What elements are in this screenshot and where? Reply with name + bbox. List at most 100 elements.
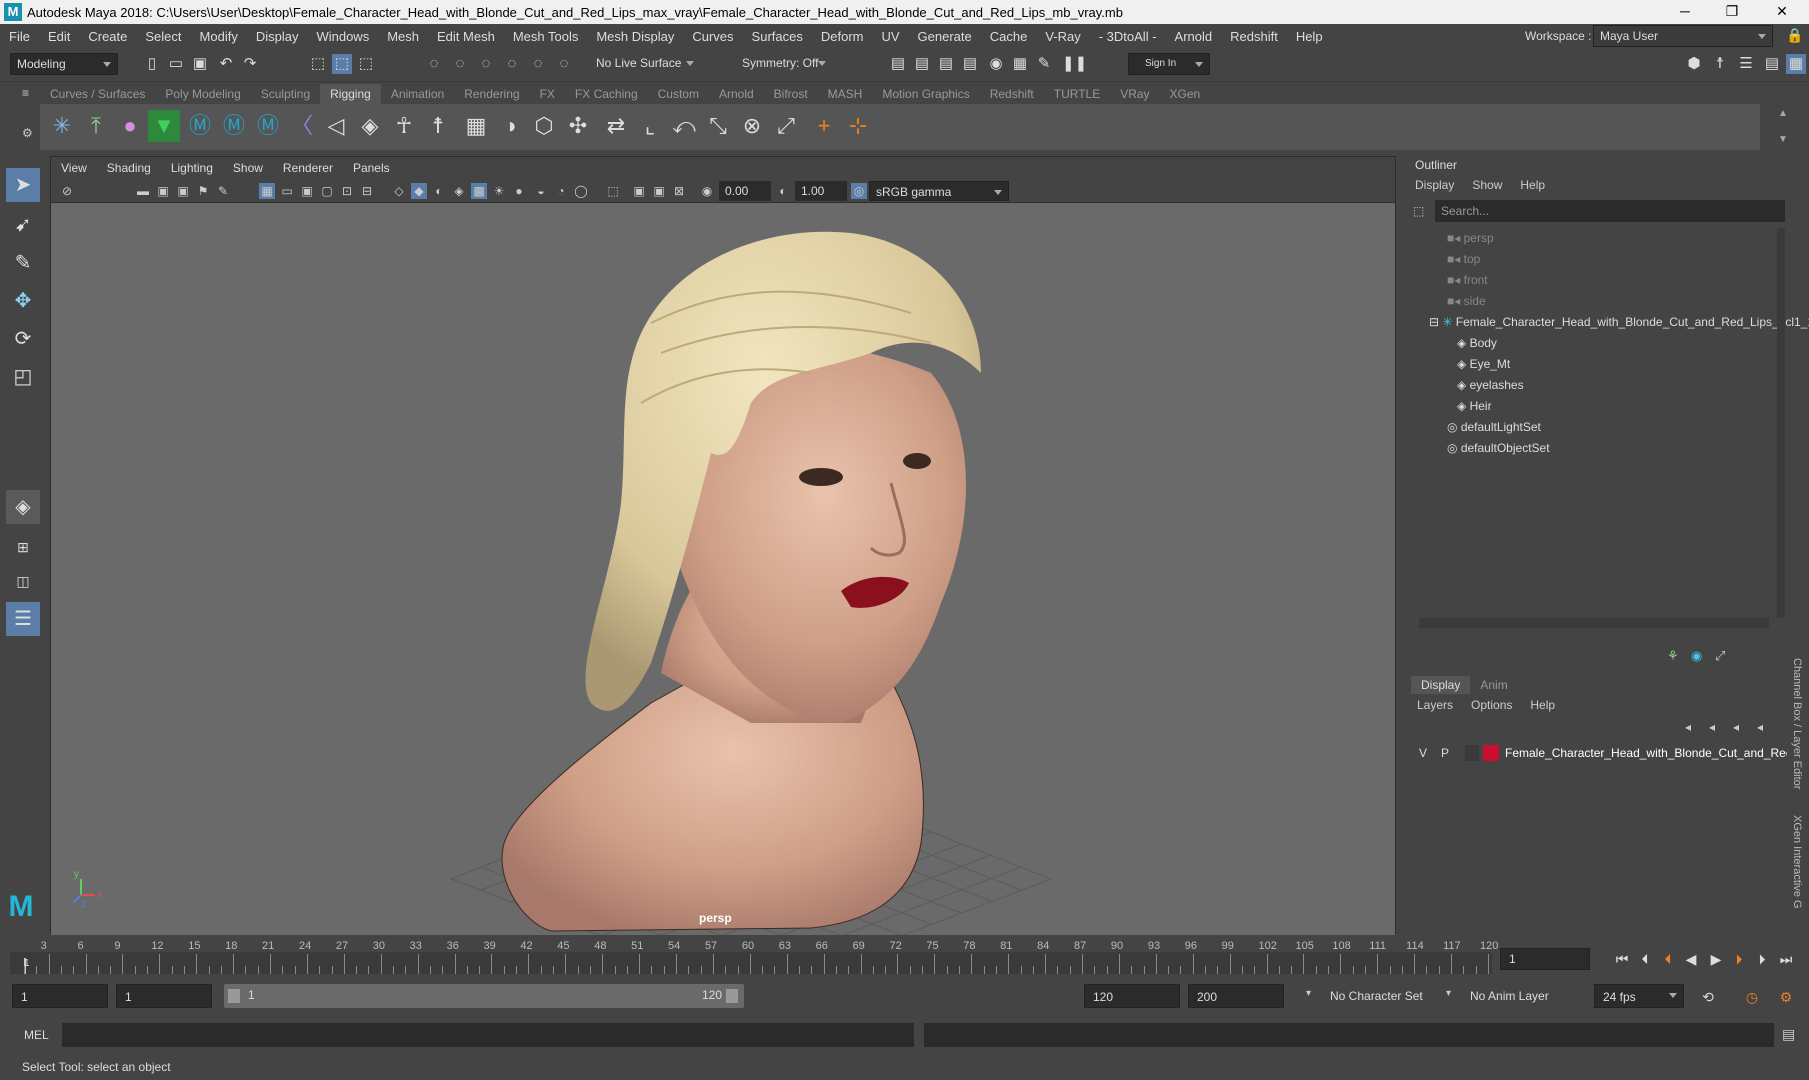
playback-end-field[interactable]: 120 bbox=[1084, 984, 1180, 1008]
color-space-dropdown[interactable]: sRGB gamma bbox=[869, 181, 1009, 201]
outliner-item-side[interactable]: ■◂ side bbox=[1447, 291, 1807, 312]
snap-point-icon[interactable]: ◌ bbox=[476, 54, 496, 74]
menu-redshift[interactable]: Redshift bbox=[1221, 29, 1287, 44]
snap-view-icon[interactable]: ◌ bbox=[502, 54, 522, 74]
layer-menu-help[interactable]: Help bbox=[1530, 698, 1555, 712]
range-slider-right-handle[interactable] bbox=[726, 989, 738, 1003]
outliner-search-input[interactable]: Search... bbox=[1435, 200, 1785, 222]
menu-deform[interactable]: Deform bbox=[812, 29, 873, 44]
layer-color-swatch[interactable] bbox=[1483, 745, 1499, 761]
lock-icon[interactable]: 🔒 bbox=[1786, 27, 1803, 44]
range-slider[interactable]: 1 120 bbox=[224, 984, 744, 1008]
scale-constraint-icon[interactable]: ⤡ bbox=[702, 110, 734, 142]
filter-icon[interactable]: ⬚ bbox=[1413, 204, 1424, 218]
scene-start-field[interactable]: 1 bbox=[12, 984, 108, 1008]
close-button[interactable]: ✕ bbox=[1762, 0, 1802, 24]
textured-icon[interactable]: ◈ bbox=[451, 183, 467, 199]
go-to-end-icon[interactable]: ⏭ bbox=[1778, 951, 1794, 967]
shelf-tab-fx-caching[interactable]: FX Caching bbox=[565, 84, 648, 104]
snap-edge-icon[interactable]: ◌ bbox=[554, 54, 574, 74]
restore-button[interactable]: ❐ bbox=[1712, 0, 1752, 24]
humanik-icon-1[interactable]: Ⓜ bbox=[184, 110, 216, 142]
outliner-menu-help[interactable]: Help bbox=[1520, 178, 1545, 192]
rotate-tool-icon[interactable]: ⟳ bbox=[6, 322, 40, 356]
menu-cache[interactable]: Cache bbox=[981, 29, 1037, 44]
layer-row[interactable]: V P Female_Character_Head_with_Blonde_Cu… bbox=[1405, 742, 1809, 764]
paint-select-tool-icon[interactable]: ✎ bbox=[6, 246, 40, 280]
safe-action-icon[interactable]: ⊟ bbox=[359, 183, 375, 199]
exposure-field[interactable]: 0.00 bbox=[719, 181, 771, 201]
outliner-item-front[interactable]: ■◂ front bbox=[1447, 270, 1807, 291]
outliner-item-heir[interactable]: ◈ Heir bbox=[1457, 396, 1809, 417]
xgen-side-tab[interactable]: XGen Interactive G bbox=[1791, 815, 1803, 909]
menu-mesh[interactable]: Mesh bbox=[378, 29, 428, 44]
film-gate-icon[interactable]: ▭ bbox=[279, 183, 295, 199]
vray-icon[interactable]: ✎ bbox=[1034, 54, 1054, 74]
shelf-tab-xgen[interactable]: XGen bbox=[1160, 84, 1211, 104]
gamma-field[interactable]: 1.00 bbox=[795, 181, 847, 201]
wireframe-on-shaded-icon[interactable]: ◐ bbox=[431, 183, 447, 199]
move-layer-up-icon[interactable]: ◂ bbox=[1685, 720, 1691, 734]
bind-skin-icon[interactable]: ● bbox=[114, 110, 146, 142]
shelf-settings-icon[interactable]: ⚙ bbox=[22, 126, 33, 140]
anim-layer-icon[interactable]: ▾ bbox=[1446, 988, 1451, 999]
tab-display[interactable]: Display bbox=[1411, 676, 1471, 694]
shelf-tab-poly-modeling[interactable]: Poly Modeling bbox=[155, 84, 250, 104]
hypershade-icon[interactable]: ◉ bbox=[986, 54, 1006, 74]
layer-menu-options[interactable]: Options bbox=[1471, 698, 1512, 712]
anim-layer-dropdown[interactable]: No Anim Layer bbox=[1462, 984, 1578, 1008]
shelf-scroll-down-icon[interactable]: ▼ bbox=[1778, 134, 1788, 145]
render-settings-icon[interactable]: ▤ bbox=[960, 54, 980, 74]
outliner-layout-icon[interactable]: ☰ bbox=[6, 602, 40, 636]
mel-label[interactable]: MEL bbox=[24, 1028, 49, 1042]
lattice-icon[interactable]: ▦ bbox=[460, 110, 492, 142]
tool-settings-icon[interactable]: ▤ bbox=[1762, 54, 1782, 74]
outliner-item-default-light-set[interactable]: ◎ defaultLightSet bbox=[1447, 417, 1807, 438]
motion-blur-icon[interactable]: ◒ bbox=[533, 183, 549, 199]
isolate-select-icon[interactable]: ⬚ bbox=[605, 183, 621, 199]
outliner-item-group[interactable]: ⊟ ✳ Female_Character_Head_with_Blonde_Cu… bbox=[1429, 312, 1809, 333]
move-layer-down-icon[interactable]: ◂ bbox=[1709, 720, 1715, 734]
add-influence-icon[interactable]: + bbox=[808, 110, 840, 142]
select-camera-icon[interactable]: ⊘ bbox=[59, 183, 75, 199]
new-scene-icon[interactable]: ▯ bbox=[142, 54, 162, 74]
menu-mesh-display[interactable]: Mesh Display bbox=[587, 29, 683, 44]
collapse-icon[interactable]: ⊟ bbox=[1429, 315, 1442, 329]
screen-space-ao-icon[interactable]: ● bbox=[511, 183, 527, 199]
step-forward-key-icon[interactable]: ⏵ bbox=[1731, 951, 1747, 967]
field-chart-icon[interactable]: ⊡ bbox=[339, 183, 355, 199]
menu-display[interactable]: Display bbox=[247, 29, 308, 44]
snap-curve-icon[interactable]: ◌ bbox=[450, 54, 470, 74]
auto-key-icon[interactable]: ◷ bbox=[1744, 989, 1760, 1005]
viewport-menu-shading[interactable]: Shading bbox=[97, 161, 161, 175]
time-slider[interactable]: 1 3 6 9 12 15 18 21 24 27 30 33 36 39 42 45 48 51 54 57 60 6… bbox=[10, 940, 1498, 976]
outliner-item-top[interactable]: ■◂ top bbox=[1447, 249, 1807, 270]
humanik-icon-3[interactable]: Ⓜ bbox=[252, 110, 284, 142]
mel-input[interactable] bbox=[62, 1023, 914, 1047]
xray-joints-icon[interactable]: ▣ bbox=[651, 183, 667, 199]
depth-of-field-icon[interactable]: ◯ bbox=[573, 183, 589, 199]
channel-box-side-tab[interactable]: Channel Box / Layer Editor bbox=[1791, 658, 1803, 789]
channel-box-tool-icon-2[interactable]: ◉ bbox=[1691, 648, 1702, 664]
color-management-icon[interactable]: ◎ bbox=[851, 183, 867, 199]
render-sequence-icon[interactable]: ▤ bbox=[912, 54, 932, 74]
modeling-toolkit-icon[interactable]: ⬢ bbox=[1684, 54, 1704, 74]
humanik-icon-2[interactable]: Ⓜ bbox=[218, 110, 250, 142]
save-scene-icon[interactable]: ▣ bbox=[190, 54, 210, 74]
step-back-frame-icon[interactable]: ⏴ bbox=[1637, 951, 1653, 967]
resolution-gate-icon[interactable]: ▣ bbox=[299, 183, 315, 199]
xray-components-icon[interactable]: ⊠ bbox=[671, 183, 687, 199]
pause-icon[interactable]: ❚❚ bbox=[1062, 54, 1087, 74]
menu-help[interactable]: Help bbox=[1287, 29, 1332, 44]
new-layer-selected-icon[interactable]: ◂ bbox=[1757, 720, 1763, 734]
paint-weights-icon[interactable]: ▼ bbox=[148, 110, 180, 142]
bookmark-icon[interactable]: ▣ bbox=[155, 183, 171, 199]
open-scene-icon[interactable]: ▭ bbox=[166, 54, 186, 74]
snap-surface-icon[interactable]: ◌ bbox=[528, 54, 548, 74]
ipr-render-icon[interactable]: ▤ bbox=[936, 54, 956, 74]
undo-icon[interactable]: ↶ bbox=[216, 54, 236, 74]
animation-prefs-icon[interactable]: ⚙ bbox=[1778, 989, 1794, 1005]
shelf-tab-rendering[interactable]: Rendering bbox=[454, 84, 529, 104]
channel-box-icon[interactable]: ▦ bbox=[1786, 54, 1806, 74]
sculpt-deformer-icon[interactable]: ⬡ bbox=[528, 110, 560, 142]
